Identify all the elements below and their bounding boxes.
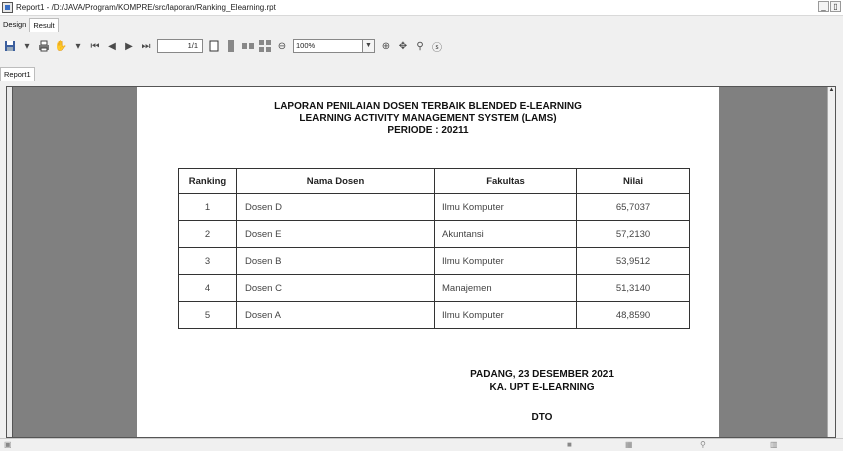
title-bar: Report1 - /D:/JAVA/Program/KOMPRE/src/la… (0, 0, 843, 16)
cell-nilai: 51,3140 (576, 274, 690, 302)
table-row: 4 Dosen C Manajemen 51,3140 (178, 274, 690, 302)
report-title-line2: LEARNING ACTIVITY MANAGEMENT SYSTEM (LAM… (299, 113, 557, 124)
navigate-icon[interactable]: ✥ (397, 40, 409, 52)
restore-button[interactable]: ▯ (830, 1, 841, 12)
report-title-line1: LAPORAN PENILAIAN DOSEN TERBAIK BLENDED … (274, 101, 582, 112)
first-page-icon[interactable]: ⏮ (89, 40, 101, 52)
cell-nama-dosen: Dosen A (236, 301, 435, 329)
page-number-field[interactable]: 1/1 (157, 39, 203, 53)
hand-icon[interactable]: ✋ (55, 40, 67, 52)
status-page-icon: ▦ (625, 440, 633, 449)
cell-fakultas: Ilmu Komputer (434, 301, 577, 329)
cell-ranking: 1 (178, 193, 237, 221)
minimize-button[interactable]: _ (818, 1, 829, 12)
cell-nama-dosen: Dosen D (236, 193, 435, 221)
cell-nama-dosen: Dosen B (236, 247, 435, 275)
report-viewer-area[interactable]: LAPORAN PENILAIAN DOSEN TERBAIK BLENDED … (6, 86, 836, 438)
group-tree-panel[interactable] (7, 87, 13, 437)
signature-space (422, 394, 662, 411)
status-view-icon: ▥ (770, 440, 778, 449)
table-row: 1 Dosen D Ilmu Komputer 65,7037 (178, 193, 690, 221)
help-icon[interactable]: ⓢ (431, 40, 443, 54)
window-title: Report1 - /D:/JAVA/Program/KOMPRE/src/la… (16, 3, 276, 12)
prev-page-icon[interactable]: ◀ (106, 40, 118, 52)
table-row: 3 Dosen B Ilmu Komputer 53,9512 (178, 247, 690, 275)
footer-position: KA. UPT E-LEARNING (489, 382, 595, 393)
vertical-scrollbar[interactable]: ▲ (827, 87, 835, 437)
export-icon[interactable] (4, 40, 16, 52)
ranking-table: Ranking Nama Dosen Fakultas Nilai 1 Dose… (178, 168, 690, 329)
viewer-toolbar: ▾ ✋ ▾ ⏮ ◀ ▶ ⏭ 1/1 ⊖ 100% ▼ ⊕ ✥ ⚲ ⓢ (0, 36, 843, 56)
multi-page-icon[interactable] (259, 40, 271, 52)
tab-design[interactable]: Design (0, 18, 29, 32)
cell-ranking: 2 (178, 220, 237, 248)
status-search-icon: ⚲ (700, 440, 706, 449)
cell-fakultas: Manajemen (434, 274, 577, 302)
status-bar: ▣ ■ ▦ ⚲ ▥ (0, 438, 843, 451)
chevron-down-icon[interactable]: ▾ (21, 40, 33, 52)
continuous-page-icon[interactable] (225, 40, 237, 52)
status-icon: ▣ (4, 440, 12, 449)
window-controls: _ ▯ (818, 1, 841, 12)
zoom-icon[interactable]: ⊖ (276, 40, 288, 52)
cell-ranking: 4 (178, 274, 237, 302)
cell-fakultas: Akuntansi (434, 220, 577, 248)
search-icon[interactable]: ⚲ (414, 40, 426, 52)
table-row: 2 Dosen E Akuntansi 57,2130 (178, 220, 690, 248)
footer-signatory: DTO (531, 412, 553, 423)
cell-nilai: 65,7037 (576, 193, 690, 221)
report-page: LAPORAN PENILAIAN DOSEN TERBAIK BLENDED … (137, 87, 719, 437)
header-ranking: Ranking (178, 168, 237, 194)
cell-ranking: 5 (178, 301, 237, 329)
tab-result[interactable]: Result (29, 18, 59, 32)
cell-fakultas: Ilmu Komputer (434, 193, 577, 221)
zoom-dropdown-arrow[interactable]: ▼ (363, 39, 375, 53)
next-page-icon[interactable]: ▶ (123, 40, 135, 52)
footer-place-date: PADANG, 23 DESEMBER 2021 (470, 369, 614, 380)
report-title-line3: PERIODE : 20211 (387, 125, 469, 136)
report-viewer-window: Report1 - /D:/JAVA/Program/KOMPRE/src/la… (0, 0, 843, 451)
single-page-icon[interactable] (208, 40, 220, 52)
cell-nilai: 48,8590 (576, 301, 690, 329)
table-header-row: Ranking Nama Dosen Fakultas Nilai (178, 168, 690, 194)
chevron-down-icon[interactable]: ▾ (72, 40, 84, 52)
last-page-icon[interactable]: ⏭ (140, 40, 152, 52)
status-print-icon: ■ (567, 440, 572, 449)
refresh-icon[interactable]: ⊕ (380, 40, 392, 52)
tab-report1[interactable]: Report1 (0, 67, 35, 81)
scroll-up-icon[interactable]: ▲ (828, 87, 835, 93)
cell-fakultas: Ilmu Komputer (434, 247, 577, 275)
two-page-icon[interactable] (242, 40, 254, 52)
cell-nilai: 53,9512 (576, 247, 690, 275)
zoom-field[interactable]: 100% (293, 39, 363, 53)
table-row: 5 Dosen A Ilmu Komputer 48,8590 (178, 301, 690, 329)
app-icon (2, 2, 13, 13)
report-tabs: Report1 (0, 67, 35, 81)
signature-block: PADANG, 23 DESEMBER 2021 KA. UPT E-LEARN… (422, 368, 662, 424)
header-nama-dosen: Nama Dosen (236, 168, 435, 194)
cell-nilai: 57,2130 (576, 220, 690, 248)
cell-ranking: 3 (178, 247, 237, 275)
cell-nama-dosen: Dosen E (236, 220, 435, 248)
cell-nama-dosen: Dosen C (236, 274, 435, 302)
print-icon[interactable] (38, 40, 50, 52)
header-fakultas: Fakultas (434, 168, 577, 194)
report-title: LAPORAN PENILAIAN DOSEN TERBAIK BLENDED … (137, 101, 719, 137)
header-nilai: Nilai (576, 168, 690, 194)
mode-tabs: Design Result (0, 18, 59, 32)
